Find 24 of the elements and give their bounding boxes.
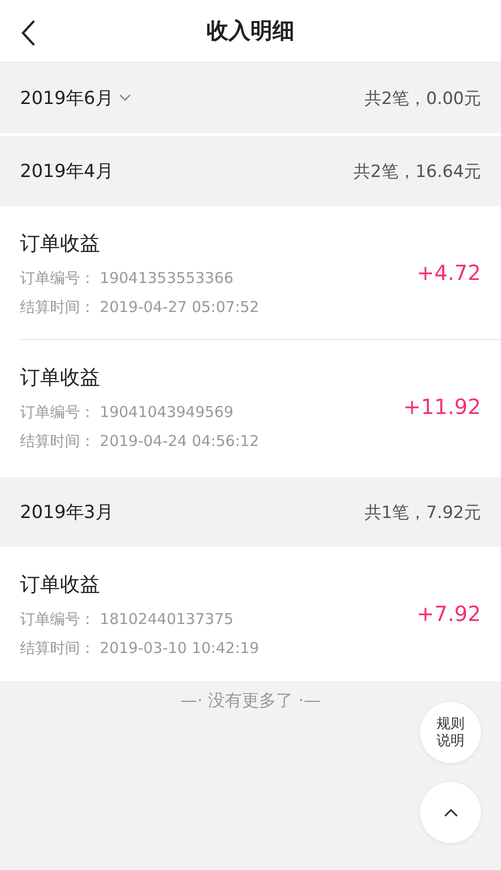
month-summary: 共2笔，0.00元 — [364, 88, 481, 110]
entry-title: 订单收益 — [20, 364, 101, 390]
rules-button[interactable]: 规则 说明 — [420, 702, 481, 763]
entry-amount: +7.92 — [416, 602, 481, 626]
back-icon[interactable] — [20, 19, 36, 47]
month-summary: 共1笔，7.92元 — [364, 502, 481, 524]
chevron-down-icon[interactable] — [119, 94, 132, 102]
order-number: 订单编号： 18102440137375 — [20, 610, 234, 628]
settlement-time: 结算时间： 2019-03-10 10:42:19 — [20, 638, 260, 658]
entry-amount: +11.92 — [403, 395, 481, 419]
chevron-up-icon — [444, 808, 458, 817]
entry-title: 订单收益 — [20, 570, 101, 598]
settlement-time: 结算时间： 2019-04-24 04:56:12 — [20, 432, 260, 450]
entry-amount: +4.72 — [416, 261, 481, 285]
order-number: 订单编号： 19041043949569 — [20, 402, 234, 422]
page-title: 收入明细 — [206, 18, 294, 46]
month-label: 2019年4月 — [20, 160, 114, 183]
month-label: 2019年6月 — [20, 87, 114, 110]
order-number: 订单编号： 19041353553366 — [20, 268, 234, 288]
settlement-time: 结算时间： 2019-04-27 05:07:52 — [20, 298, 260, 316]
end-note: —· 没有更多了 ·— — [180, 691, 321, 711]
month-label: 2019年3月 — [20, 501, 114, 524]
entry-title: 订单收益 — [20, 230, 101, 256]
month-summary: 共2笔，16.64元 — [354, 160, 481, 182]
